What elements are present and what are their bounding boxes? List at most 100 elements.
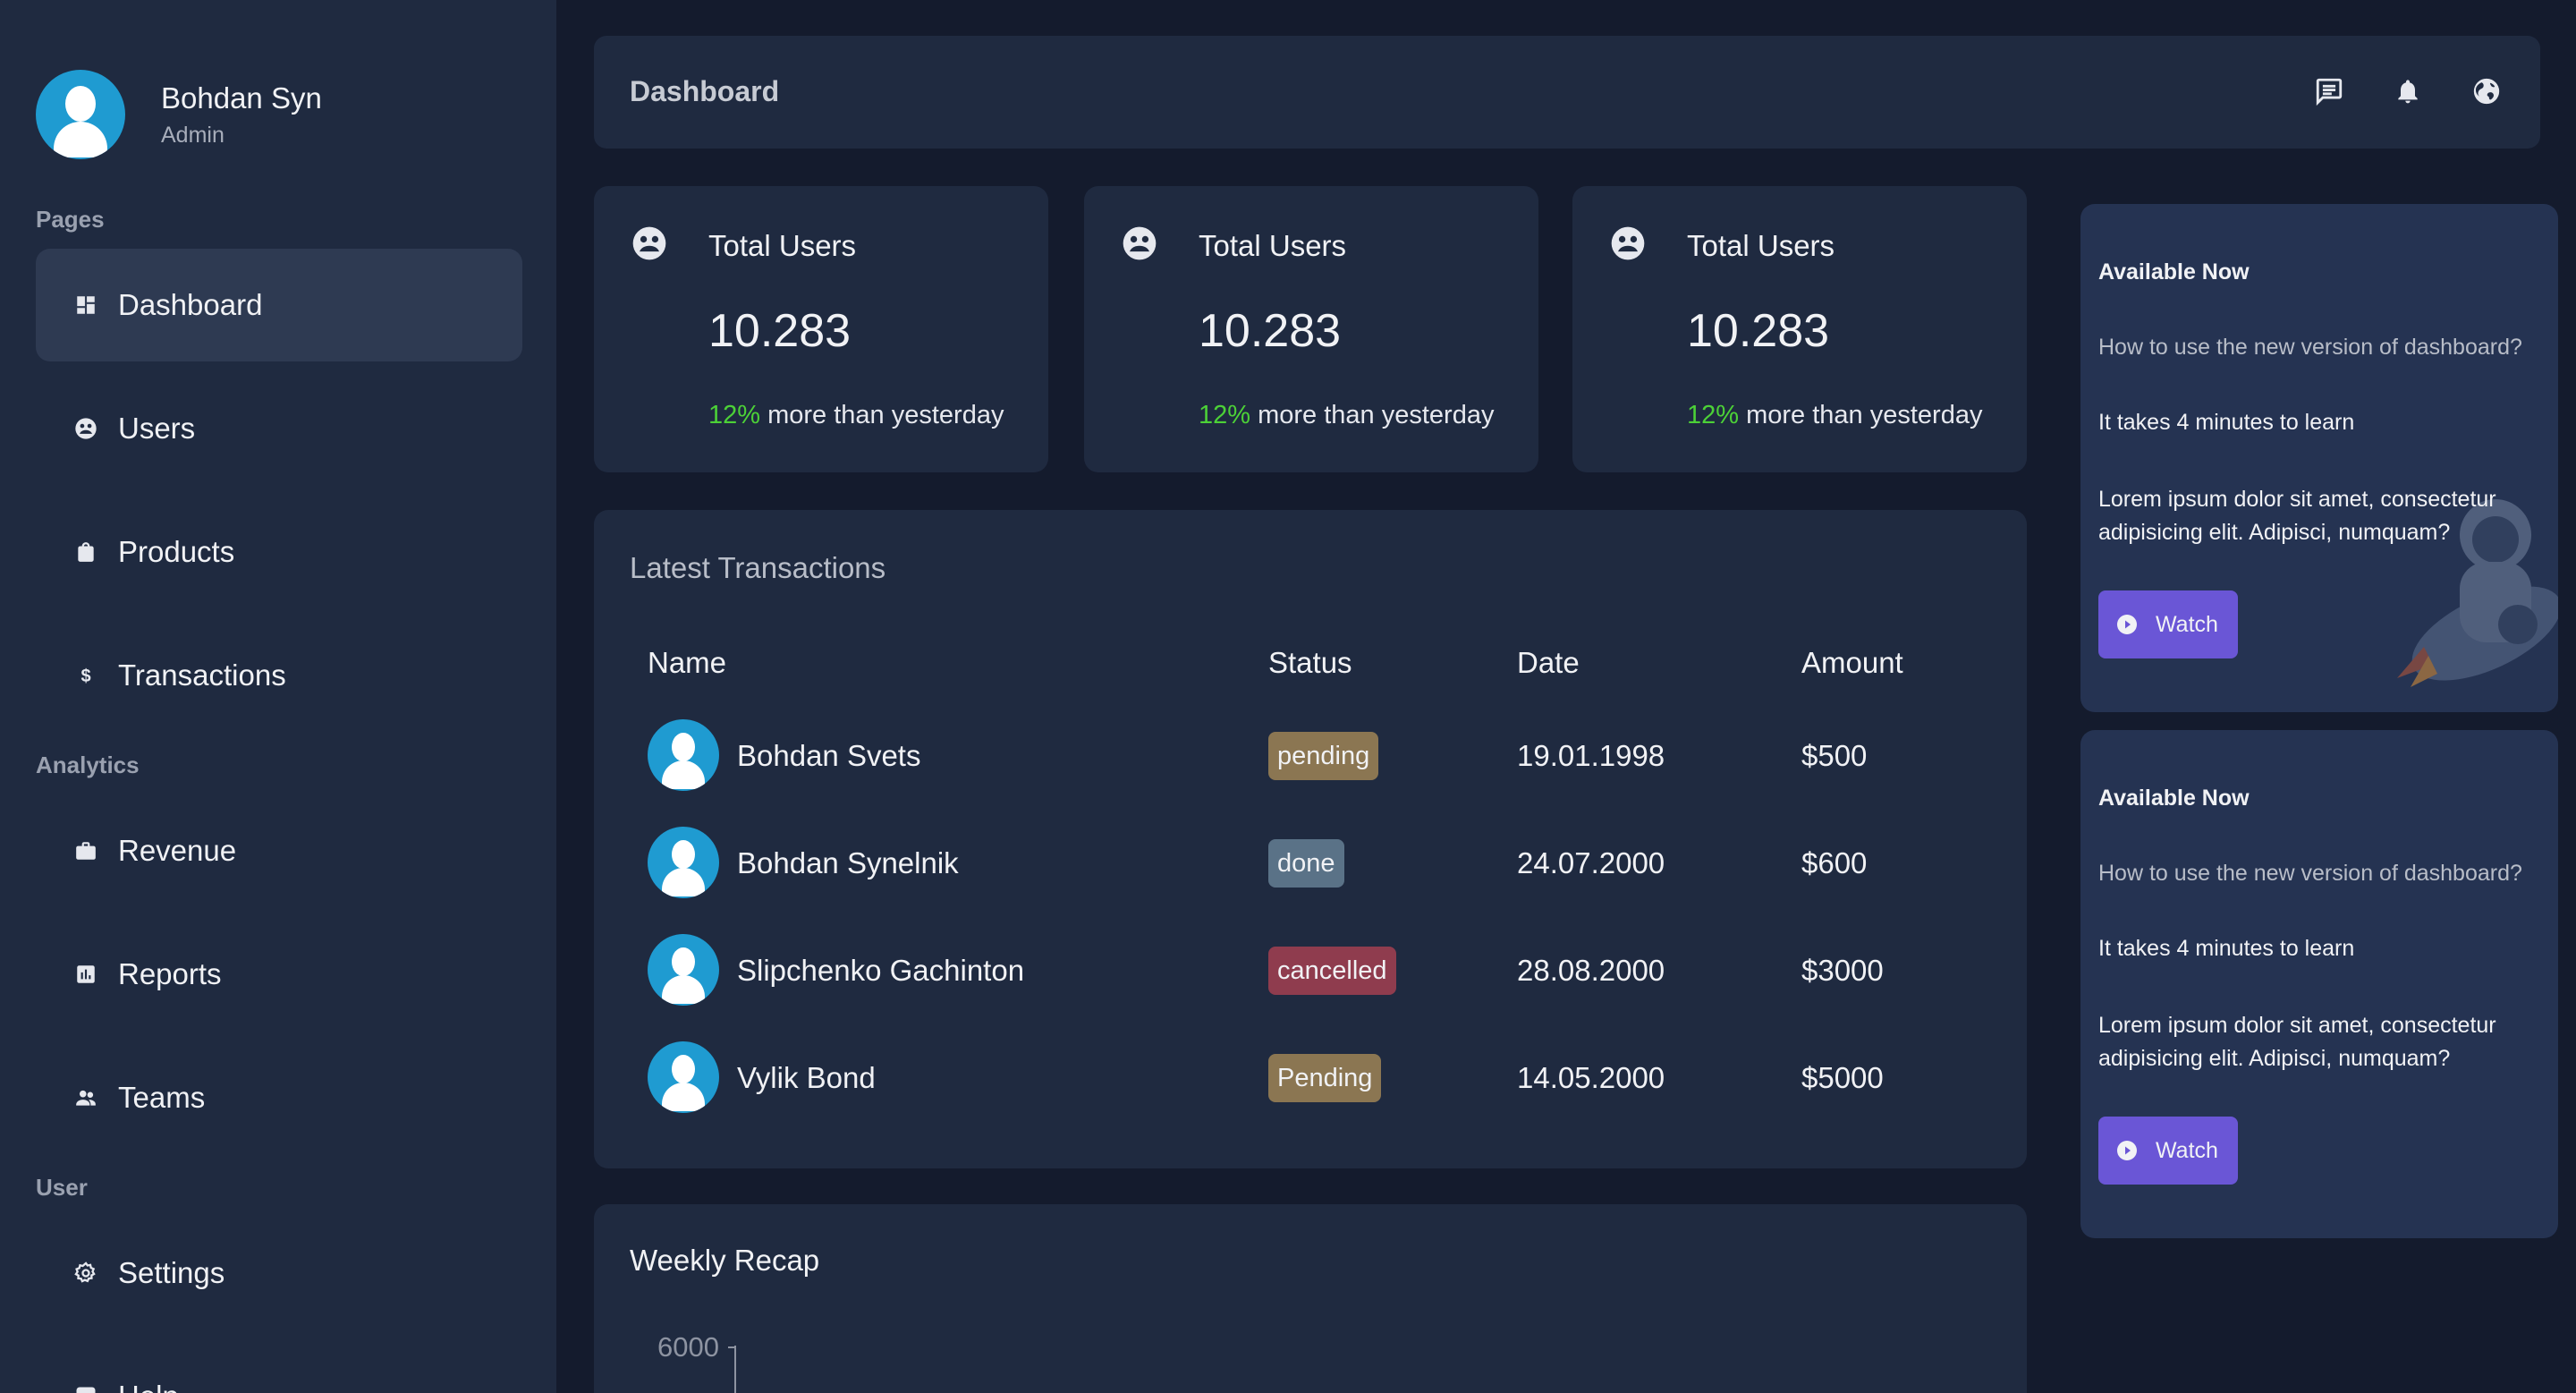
stat-change: 12% more than yesterday <box>708 401 1004 430</box>
avatar <box>648 719 719 791</box>
message-icon[interactable] <box>2311 73 2347 109</box>
users-icon <box>72 414 100 443</box>
column-header-amount[interactable]: Amount <box>1801 646 1903 680</box>
stat-change-percent: 12% <box>1199 401 1251 429</box>
stat-change: 12% more than yesterday <box>1687 401 1982 430</box>
top-header: Dashboard <box>594 36 2540 149</box>
transaction-amount: $5000 <box>1801 1061 1884 1094</box>
sidebar-item-label: Products <box>118 535 235 568</box>
stat-change-text: more than yesterday <box>760 401 1004 429</box>
svg-text:$: $ <box>80 667 90 686</box>
sidebar-item-label: Users <box>118 412 196 445</box>
stat-change-text: more than yesterday <box>1250 401 1495 429</box>
promo-title: Available Now <box>2098 786 2250 811</box>
column-header-date[interactable]: Date <box>1517 646 1580 680</box>
users-icon <box>632 226 666 260</box>
stat-card: Total Users 10.283 12% more than yesterd… <box>594 186 1048 472</box>
stat-change-percent: 12% <box>1687 401 1740 429</box>
sidebar-item-teams[interactable]: Teams <box>36 1041 522 1154</box>
sidebar-item-products[interactable]: Products <box>36 496 522 608</box>
transaction-name: Bohdan Synelnik <box>737 846 959 879</box>
dollar-icon: $ <box>72 661 100 690</box>
users-icon <box>1123 226 1157 260</box>
sidebar-item-transactions[interactable]: $ Transactions <box>36 619 522 732</box>
sidebar-item-reports[interactable]: Reports <box>36 918 522 1031</box>
user-role: Admin <box>161 122 225 148</box>
stat-change-percent: 12% <box>708 401 761 429</box>
briefcase-icon <box>72 837 100 865</box>
dashboard-icon <box>72 291 100 319</box>
sidebar-item-label: Help <box>118 1380 179 1393</box>
promo-card: Available Now How to use the new version… <box>2080 204 2558 712</box>
stat-title: Total Users <box>1687 229 1835 262</box>
sidebar-item-revenue[interactable]: Revenue <box>36 794 522 907</box>
globe-icon[interactable] <box>2469 73 2504 109</box>
y-tick-label: 6000 <box>657 1331 719 1363</box>
promo-question: How to use the new version of dashboard? <box>2098 861 2522 886</box>
promo-duration: It takes 4 minutes to learn <box>2098 936 2355 961</box>
watch-button[interactable]: Watch <box>2098 1117 2238 1185</box>
transaction-date: 19.01.1998 <box>1517 739 1665 772</box>
help-icon <box>72 1382 100 1393</box>
sidebar-item-label: Reports <box>118 957 222 990</box>
stat-change-text: more than yesterday <box>1739 401 1983 429</box>
avatar <box>648 827 719 898</box>
promo-duration: It takes 4 minutes to learn <box>2098 410 2355 435</box>
promo-question: How to use the new version of dashboard? <box>2098 335 2522 360</box>
status-badge: cancelled <box>1268 947 1396 995</box>
transaction-date: 24.07.2000 <box>1517 846 1665 879</box>
column-header-status[interactable]: Status <box>1268 646 1352 680</box>
section-label-analytics: Analytics <box>36 752 140 778</box>
stat-title: Total Users <box>708 229 857 262</box>
promo-title: Available Now <box>2098 259 2250 285</box>
sidebar-item-label: Dashboard <box>118 288 263 321</box>
play-icon <box>2117 615 2137 634</box>
chart-title: Weekly Recap <box>630 1244 820 1277</box>
sidebar-item-help[interactable]: Help <box>36 1340 522 1393</box>
promo-description: Lorem ipsum dolor sit amet, consectetur … <box>2098 1013 2496 1071</box>
play-icon <box>2117 1141 2137 1160</box>
sidebar-item-label: Transactions <box>118 658 286 692</box>
transaction-date: 14.05.2000 <box>1517 1061 1665 1094</box>
transaction-amount: $500 <box>1801 739 1868 772</box>
report-chart-icon <box>72 960 100 989</box>
watch-button-label: Watch <box>2156 1137 2218 1163</box>
column-header-name[interactable]: Name <box>648 646 726 680</box>
status-badge: Pending <box>1268 1054 1382 1102</box>
section-label-pages: Pages <box>36 206 105 233</box>
app-root: Bohdan Syn Admin Pages Dashboard Users P… <box>0 0 2576 1393</box>
sidebar-item-settings[interactable]: Settings <box>36 1217 522 1329</box>
transactions-title: Latest Transactions <box>630 551 886 584</box>
sidebar-item-dashboard[interactable]: Dashboard <box>36 249 522 361</box>
table-row[interactable]: Bohdan Svets pending 19.01.1998 $500 <box>648 719 1989 791</box>
table-row[interactable]: Vylik Bond Pending 14.05.2000 $5000 <box>648 1041 1989 1113</box>
people-icon <box>72 1083 100 1112</box>
table-row[interactable]: Bohdan Synelnik done 24.07.2000 $600 <box>648 827 1989 898</box>
users-icon <box>1611 226 1645 260</box>
stat-value: 10.283 <box>1687 305 1830 357</box>
table-row[interactable]: Slipchenko Gachinton cancelled 28.08.200… <box>648 934 1989 1006</box>
status-badge: done <box>1268 839 1344 888</box>
watch-button[interactable]: Watch <box>2098 590 2238 658</box>
chart-y-axis: 6000 <box>657 1331 736 1393</box>
transaction-amount: $3000 <box>1801 954 1884 987</box>
stat-change: 12% more than yesterday <box>1199 401 1494 430</box>
bell-icon[interactable] <box>2390 73 2426 109</box>
sidebar-item-label: Teams <box>118 1081 206 1114</box>
weekly-recap-chart: Weekly Recap 6000 <box>594 1204 2027 1393</box>
promo-card: Available Now How to use the new version… <box>2080 730 2558 1238</box>
sidebar-item-label: Settings <box>118 1256 225 1289</box>
stat-title: Total Users <box>1199 229 1347 262</box>
promo-description: Lorem ipsum dolor sit amet, consectetur … <box>2098 487 2496 545</box>
stat-value: 10.283 <box>708 305 852 357</box>
avatar <box>36 70 125 159</box>
user-profile[interactable]: Bohdan Syn Admin <box>36 70 322 159</box>
sidebar-item-users[interactable]: Users <box>36 372 522 485</box>
stat-card: Total Users 10.283 12% more than yesterd… <box>1572 186 2027 472</box>
transactions-table: Latest Transactions Name Status Date Amo… <box>594 510 2027 1168</box>
stat-value: 10.283 <box>1199 305 1342 357</box>
avatar <box>648 1041 719 1113</box>
transaction-name: Vylik Bond <box>737 1061 876 1094</box>
transaction-name: Bohdan Svets <box>737 739 921 772</box>
sidebar: Bohdan Syn Admin Pages Dashboard Users P… <box>0 0 556 1393</box>
